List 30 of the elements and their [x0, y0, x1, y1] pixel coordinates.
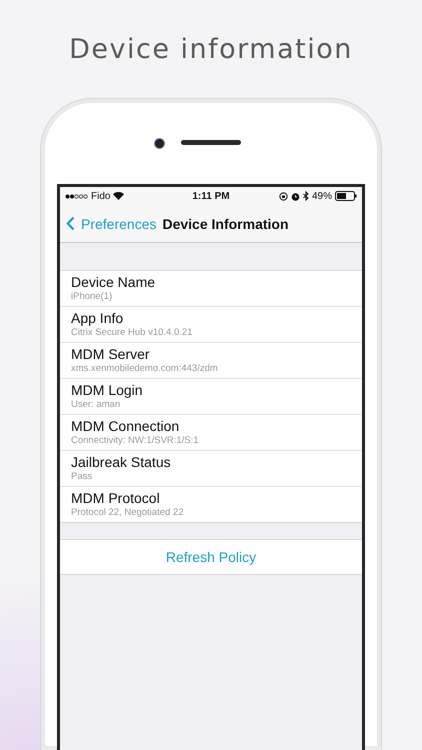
- row-value: Pass: [71, 471, 94, 483]
- row-label: Jailbreak Status: [71, 454, 172, 471]
- bluetooth-icon: [302, 191, 309, 201]
- row-label: App Info: [71, 310, 124, 327]
- headline: Device information: [69, 34, 353, 67]
- signal-icon: [65, 194, 88, 198]
- row-value: iPhone(1): [71, 291, 114, 303]
- row-value: User: aman: [71, 399, 122, 411]
- carrier-name: Fido: [91, 190, 110, 202]
- battery-percent: 49%: [312, 190, 332, 202]
- row-label: Device Name: [71, 274, 156, 291]
- camera-icon: [154, 138, 165, 149]
- status-time: 1:11 PM: [192, 190, 230, 202]
- row-value: xms.xenmobiledemo.com:443/zdm: [71, 363, 219, 375]
- screen-title: Device Information: [162, 216, 289, 232]
- row-value: Connectivity: NW:1/SVR:1/S:1: [71, 435, 200, 447]
- alarm-icon: [290, 192, 300, 200]
- chevron-left-icon: [66, 216, 75, 231]
- rotation-lock-icon: [278, 192, 288, 200]
- refresh-policy-button[interactable]: Refresh Policy: [60, 540, 362, 575]
- row-label: MDM Login: [71, 382, 144, 399]
- wifi-icon: [113, 192, 124, 200]
- battery-icon: [335, 191, 357, 201]
- row-label: MDM Server: [71, 346, 151, 363]
- back-button[interactable]: Preferences: [66, 216, 156, 232]
- row-label: MDM Protocol: [71, 490, 161, 507]
- speaker-icon: [181, 140, 241, 145]
- row-value: Citrix Secure Hub v10.4.0.21: [71, 327, 194, 339]
- row-label: MDM Connection: [71, 418, 180, 435]
- row-value: Protocol 22, Negotiated 22: [71, 507, 184, 519]
